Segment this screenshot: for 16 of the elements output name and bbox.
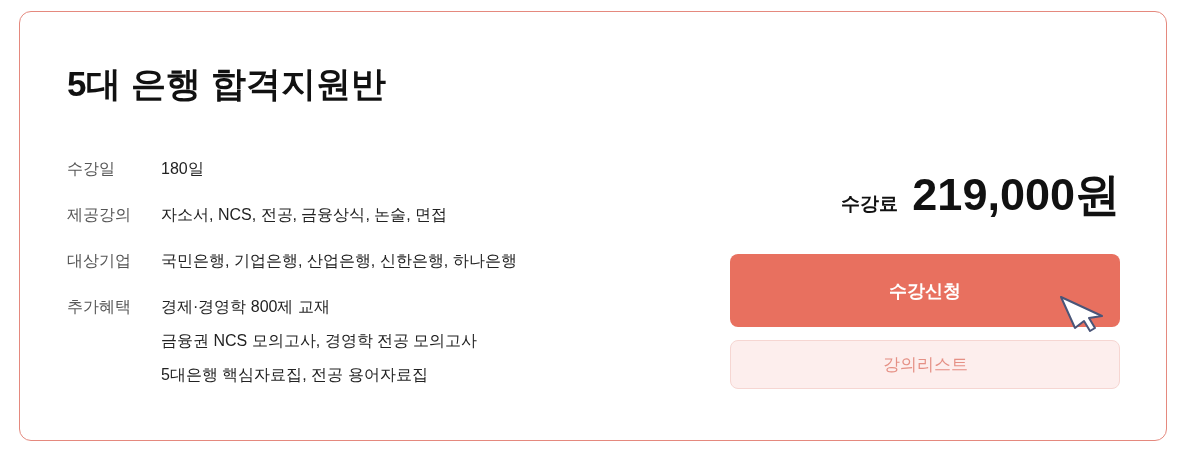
- detail-value: 5대은행 핵심자료집, 전공 용어자료집: [161, 365, 429, 385]
- detail-value: 180일: [161, 159, 204, 179]
- enroll-button[interactable]: 수강신청: [730, 254, 1120, 327]
- detail-label: 대상기업: [67, 251, 132, 271]
- cursor-icon: [1058, 294, 1106, 334]
- detail-label: 제공강의: [67, 205, 132, 225]
- detail-value: 금융권 NCS 모의고사, 경영학 전공 모의고사: [161, 331, 478, 351]
- lecture-list-button[interactable]: 강의리스트: [730, 340, 1120, 389]
- detail-label: 수강일: [67, 159, 116, 179]
- detail-label: 추가혜택: [67, 297, 132, 317]
- detail-value: 자소서, NCS, 전공, 금융상식, 논술, 면접: [161, 205, 448, 225]
- detail-value: 국민은행, 기업은행, 산업은행, 신한은행, 하나은행: [161, 251, 517, 271]
- price-label: 수강료: [841, 192, 899, 216]
- detail-value: 경제·경영학 800제 교재: [161, 297, 331, 317]
- price-amount: 219,000원: [912, 168, 1120, 222]
- course-title: 5대 은행 합격지원반: [67, 63, 387, 105]
